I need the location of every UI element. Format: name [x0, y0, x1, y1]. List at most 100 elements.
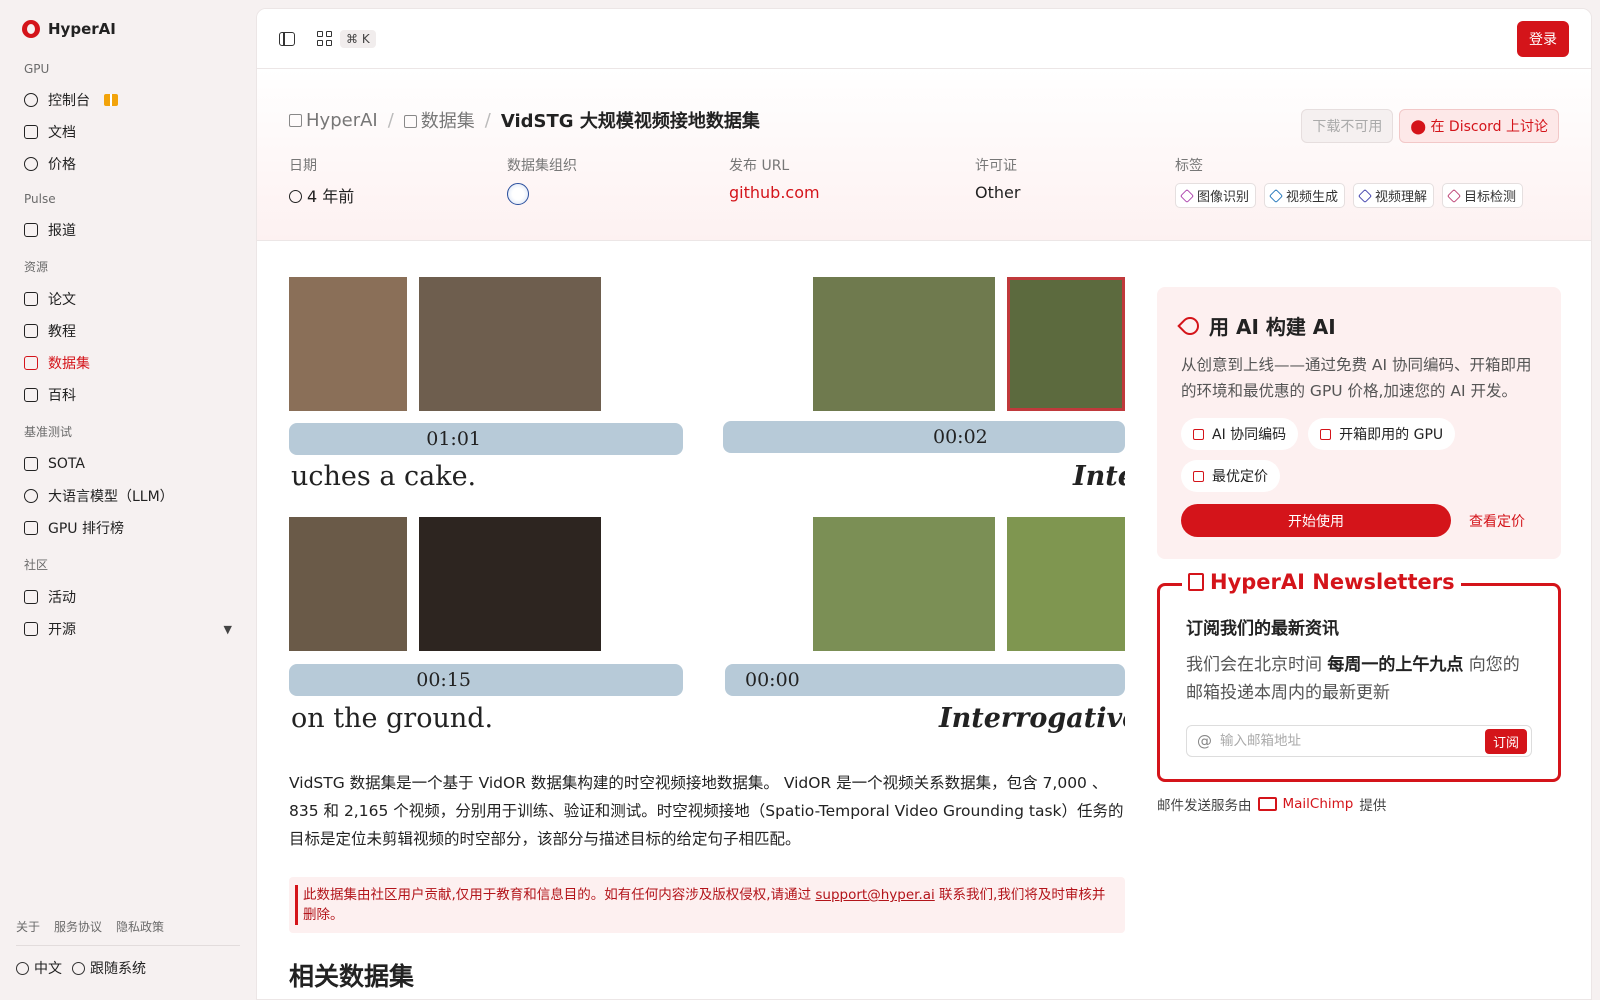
brand[interactable]: HyperAI [22, 20, 240, 38]
sidebar-item-pricing[interactable]: 价格 [16, 148, 240, 180]
sidebar-item-label: 文档 [48, 125, 76, 141]
tag-item[interactable]: 视频理解 [1353, 183, 1435, 208]
footer-link-about[interactable]: 关于 [16, 918, 40, 935]
breadcrumb-separator: / [484, 109, 491, 131]
meta-label: 日期 [289, 158, 317, 174]
sidebar-item-wiki[interactable]: 百科 [16, 379, 240, 411]
section-title-gpu: GPU [24, 62, 50, 76]
meta-tags: 标签 图像识别 视频生成 视频理解 目标检测 [1175, 155, 1524, 208]
card-title: 用 AI 构建 AI [1177, 311, 1537, 340]
chip-gpu: 开箱即用的 GPU [1308, 418, 1456, 450]
sidebar-toggle-icon[interactable] [279, 31, 295, 46]
footer-link-terms[interactable]: 服务协议 [54, 918, 102, 935]
view-pricing-link[interactable]: 查看定价 [1469, 511, 1525, 531]
copyright-notice: 此数据集由社区用户贡献,仅用于教育和信息目的。如有任何内容涉及版权侵权,请通过 … [289, 877, 1125, 933]
mailchimp-link[interactable]: MailChimp [1283, 796, 1354, 812]
cpu-chip-icon [24, 521, 38, 535]
language-label: 中文 [34, 961, 62, 977]
calendar-icon [24, 590, 38, 604]
newsletter-text-part: 我们会在北京时间 [1186, 655, 1328, 675]
rocket-icon [1193, 470, 1204, 482]
section-title-pulse: Pulse [24, 192, 56, 206]
breadcrumb-label: 数据集 [420, 111, 475, 132]
command-shortcut[interactable]: ⌘ K [340, 29, 376, 48]
sidebar-item-label: 开源 [48, 622, 76, 638]
timestamp: 00:15 [416, 669, 471, 691]
organization-logo[interactable] [507, 183, 529, 205]
sidebar-item-papers[interactable]: 论文 [16, 283, 240, 315]
newsletter-text-bold: 每周一的上午九点 [1327, 655, 1464, 675]
release-url-link[interactable]: github.com [729, 183, 975, 202]
breadcrumb-datasets[interactable]: 数据集 [403, 107, 475, 133]
sidebar-item-open-source[interactable]: 开源 ▼ [16, 613, 240, 645]
sidebar-item-label: 数据集 [48, 356, 90, 372]
video-frame [289, 277, 407, 411]
database-icon [403, 115, 417, 128]
dollar-icon [24, 157, 38, 171]
home-icon [289, 113, 302, 127]
apps-grid-icon[interactable] [317, 31, 332, 46]
get-started-button[interactable]: 开始使用 [1181, 504, 1451, 537]
provider-text: 提供 [1359, 798, 1387, 814]
gift-icon [104, 94, 118, 106]
section-title-community: 社区 [24, 558, 49, 572]
sidebar-item-llm[interactable]: 大语言模型（LLM） [16, 480, 240, 512]
video-frame [1007, 277, 1125, 411]
tag-item[interactable]: 视频生成 [1264, 183, 1346, 208]
timeline-bar: 00:00 [725, 664, 1125, 696]
theme-switcher[interactable]: 跟随系统 [72, 958, 146, 978]
database-icon [24, 356, 38, 370]
download-button[interactable]: 下载不可用 [1301, 109, 1394, 143]
sidebar-item-label: GPU 排行榜 [48, 521, 124, 537]
discord-button[interactable]: ⬤ 在 Discord 上讨论 [1399, 109, 1559, 143]
brand-name: HyperAI [48, 20, 116, 38]
subscribe-button[interactable]: 订阅 [1484, 728, 1527, 754]
sidebar-item-tutorials[interactable]: 教程 [16, 315, 240, 347]
theme-icon [72, 962, 85, 975]
dataset-meta: 日期 4 年前 数据集组织 发布 URL github.com 许可证 Othe… [289, 155, 1559, 208]
sidebar-item-gpu-leaderboard[interactable]: GPU 排行榜 [16, 512, 240, 544]
newsletter-box: HyperAI Newsletters 订阅我们的最新资讯 我们会在北京时间 每… [1157, 570, 1561, 782]
list-icon [24, 622, 38, 636]
footer-link-privacy[interactable]: 隐私政策 [116, 918, 164, 935]
email-input[interactable] [1220, 733, 1485, 749]
meta-date: 日期 4 年前 [289, 155, 507, 208]
video-frame [289, 517, 407, 651]
newsletter-heading: 订阅我们的最新资讯 [1186, 619, 1339, 639]
chip-pricing: 最优定价 [1181, 460, 1280, 492]
dataset-header: HyperAI / 数据集 / VidSTG 大规模视频接地数据集 下载不可用 … [257, 69, 1591, 241]
tag-label: 图像识别 [1197, 190, 1250, 205]
sidebar: HyperAI GPU 控制台 文档 价格 Pulse 报道 资源 论文 教程 … [0, 0, 256, 1000]
paper-icon [24, 292, 38, 306]
server-icon [1320, 428, 1332, 440]
login-button[interactable]: 登录 [1517, 20, 1569, 57]
tag-item[interactable]: 目标检测 [1442, 183, 1524, 208]
sidebar-item-docs[interactable]: 文档 [16, 116, 240, 148]
support-email-link[interactable]: support@hyper.ai [815, 887, 934, 903]
language-switcher[interactable]: 中文 [16, 958, 62, 978]
sidebar-item-sota[interactable]: SOTA [16, 448, 240, 480]
timestamp: 00:02 [933, 426, 988, 448]
notice-text: 此数据集由社区用户贡献,仅用于教育和信息目的。如有任何内容涉及版权侵权,请通过 [303, 887, 816, 903]
figure-caption: Inte [1073, 461, 1125, 492]
meta-label: 发布 URL [729, 158, 790, 174]
gauge-icon [24, 93, 38, 107]
tag-item[interactable]: 图像识别 [1175, 183, 1257, 208]
rocket-icon [1177, 312, 1203, 339]
chevron-down-icon: ▼ [223, 622, 232, 636]
meta-license: 许可证 Other [975, 155, 1175, 208]
dataset-description: VidSTG 数据集是一个基于 VidOR 数据集构建的时空视频接地数据集。 V… [289, 774, 1124, 848]
sidebar-item-label: 报道 [48, 223, 76, 239]
meta-label: 数据集组织 [507, 158, 577, 174]
sparkles-icon [24, 489, 38, 503]
sidebar-item-console[interactable]: 控制台 [16, 84, 240, 116]
breadcrumb-home[interactable]: HyperAI [289, 110, 378, 131]
sidebar-item-events[interactable]: 活动 [16, 581, 240, 613]
sidebar-item-reports[interactable]: 报道 [16, 214, 240, 246]
document-icon [24, 125, 38, 139]
video-frame [1007, 517, 1125, 651]
timestamp: 01:01 [426, 428, 481, 450]
sidebar-footer: 关于 服务协议 隐私政策 中文 跟随系统 [16, 918, 240, 978]
newsletter-legend: HyperAI Newsletters [1182, 570, 1461, 594]
sidebar-item-datasets[interactable]: 数据集 [16, 347, 240, 379]
